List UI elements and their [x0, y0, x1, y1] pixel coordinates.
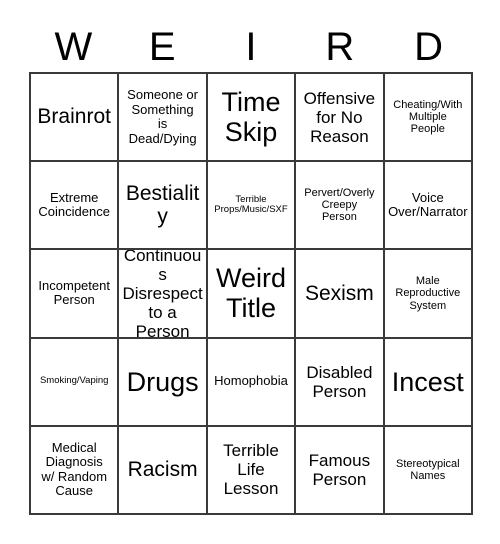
bingo-cell-label: Brainrot: [37, 105, 111, 129]
bingo-cell-r3c2[interactable]: Continuous Disrespect to a Person: [119, 250, 208, 339]
bingo-header-letters: WEIRD: [29, 24, 473, 70]
bingo-cell-label: Someone or Something is Dead/Dying: [127, 87, 198, 146]
bingo-cell-label: Weird Title: [215, 263, 286, 324]
bingo-cell-r2c3[interactable]: Terrible Props/Music/SXF: [207, 162, 297, 251]
bingo-cell-r2c4[interactable]: Pervert/Overly Creepy Person: [296, 162, 385, 251]
bingo-header-letter-5: D: [414, 25, 444, 69]
bingo-card: W E I R D Brainrot Someone or Something is De…: [0, 0, 500, 544]
bingo-cell-label: Incompetent Person: [38, 277, 110, 308]
bingo-cell-label: Racism: [127, 458, 198, 482]
bingo-cell-r2c2[interactable]: Bestiality: [119, 162, 208, 251]
bingo-cell-label: Stereotypical Names: [396, 457, 460, 482]
bingo-cell-label: Continuous Disrespect to a Person: [122, 250, 203, 339]
bingo-cell-label: Sexism: [304, 281, 374, 305]
bingo-cell-r4c5[interactable]: Incest: [384, 338, 473, 427]
bingo-cell-r3c1[interactable]: Incompetent Person: [31, 250, 120, 339]
bingo-cell-r1c2[interactable]: Someone or Something is Dead/Dying: [119, 74, 208, 163]
bingo-cell-label: Male Reproductive System: [395, 275, 461, 312]
bingo-cell-label: Incest: [391, 366, 464, 397]
bingo-cell-r4c2[interactable]: Drugs: [119, 338, 208, 427]
bingo-cell-r3c5[interactable]: Male Reproductive System: [384, 250, 473, 339]
bingo-cell-r2c5[interactable]: Voice Over/Narrator: [384, 162, 473, 251]
bingo-cell-label: Offensive for No Reason: [303, 88, 376, 146]
bingo-header-letter-3: I: [245, 25, 257, 69]
bingo-cell-r1c5[interactable]: Cheating/With Multiple People: [384, 74, 473, 163]
bingo-cell-label: Smoking/Vaping: [39, 375, 109, 387]
bingo-cell-label: Terrible Life Lesson: [223, 441, 279, 499]
bingo-cell-label: Voice Over/Narrator: [388, 189, 468, 220]
bingo-cell-r2c1[interactable]: Extreme Coincidence: [31, 162, 120, 251]
bingo-cell-label: Bestiality: [125, 181, 200, 229]
bingo-cell-r3c3[interactable]: Weird Title: [207, 250, 297, 339]
bingo-cell-r1c1[interactable]: Brainrot: [31, 74, 120, 163]
bingo-cell-r1c3[interactable]: Time Skip: [207, 74, 297, 163]
bingo-cell-r3c4[interactable]: Sexism: [296, 250, 385, 339]
bingo-header-letter-1: W: [54, 25, 93, 69]
bingo-cell-r5c1[interactable]: Medical Diagnosis w/ Random Cause: [31, 426, 120, 515]
bingo-cell-r5c2[interactable]: Racism: [119, 426, 208, 515]
bingo-cell-label: Time Skip: [221, 86, 281, 148]
bingo-cell-label: Homophobia: [214, 373, 288, 389]
bingo-grid: Brainrot Someone or Something is Dead/Dyi…: [29, 72, 473, 515]
bingo-cell-label: Disabled Person: [306, 362, 373, 401]
bingo-cell-label: Extreme Coincidence: [38, 189, 110, 220]
bingo-header-letter-4: R: [325, 25, 355, 69]
bingo-header-letter-2: E: [148, 25, 176, 69]
bingo-cell-r4c4[interactable]: Disabled Person: [296, 338, 385, 427]
bingo-cell-r4c3[interactable]: Homophobia: [207, 338, 297, 427]
bingo-cell-r5c4[interactable]: Famous Person: [296, 426, 385, 515]
bingo-cell-r1c4[interactable]: Offensive for No Reason: [296, 74, 385, 163]
bingo-cell-label: Pervert/Overly Creepy Person: [304, 186, 375, 224]
bingo-cell-label: Famous Person: [308, 450, 371, 489]
bingo-cell-label: Drugs: [126, 366, 199, 397]
bingo-cell-label: Terrible Props/Music/SXF: [214, 193, 288, 216]
bingo-cell-r5c5[interactable]: Stereotypical Names: [384, 426, 473, 515]
bingo-cell-label: Cheating/With Multiple People: [393, 98, 463, 136]
bingo-cell-r4c1[interactable]: Smoking/Vaping: [31, 338, 120, 427]
bingo-cell-label: Medical Diagnosis w/ Random Cause: [41, 439, 108, 499]
bingo-cell-r5c3[interactable]: Terrible Life Lesson: [207, 426, 297, 515]
